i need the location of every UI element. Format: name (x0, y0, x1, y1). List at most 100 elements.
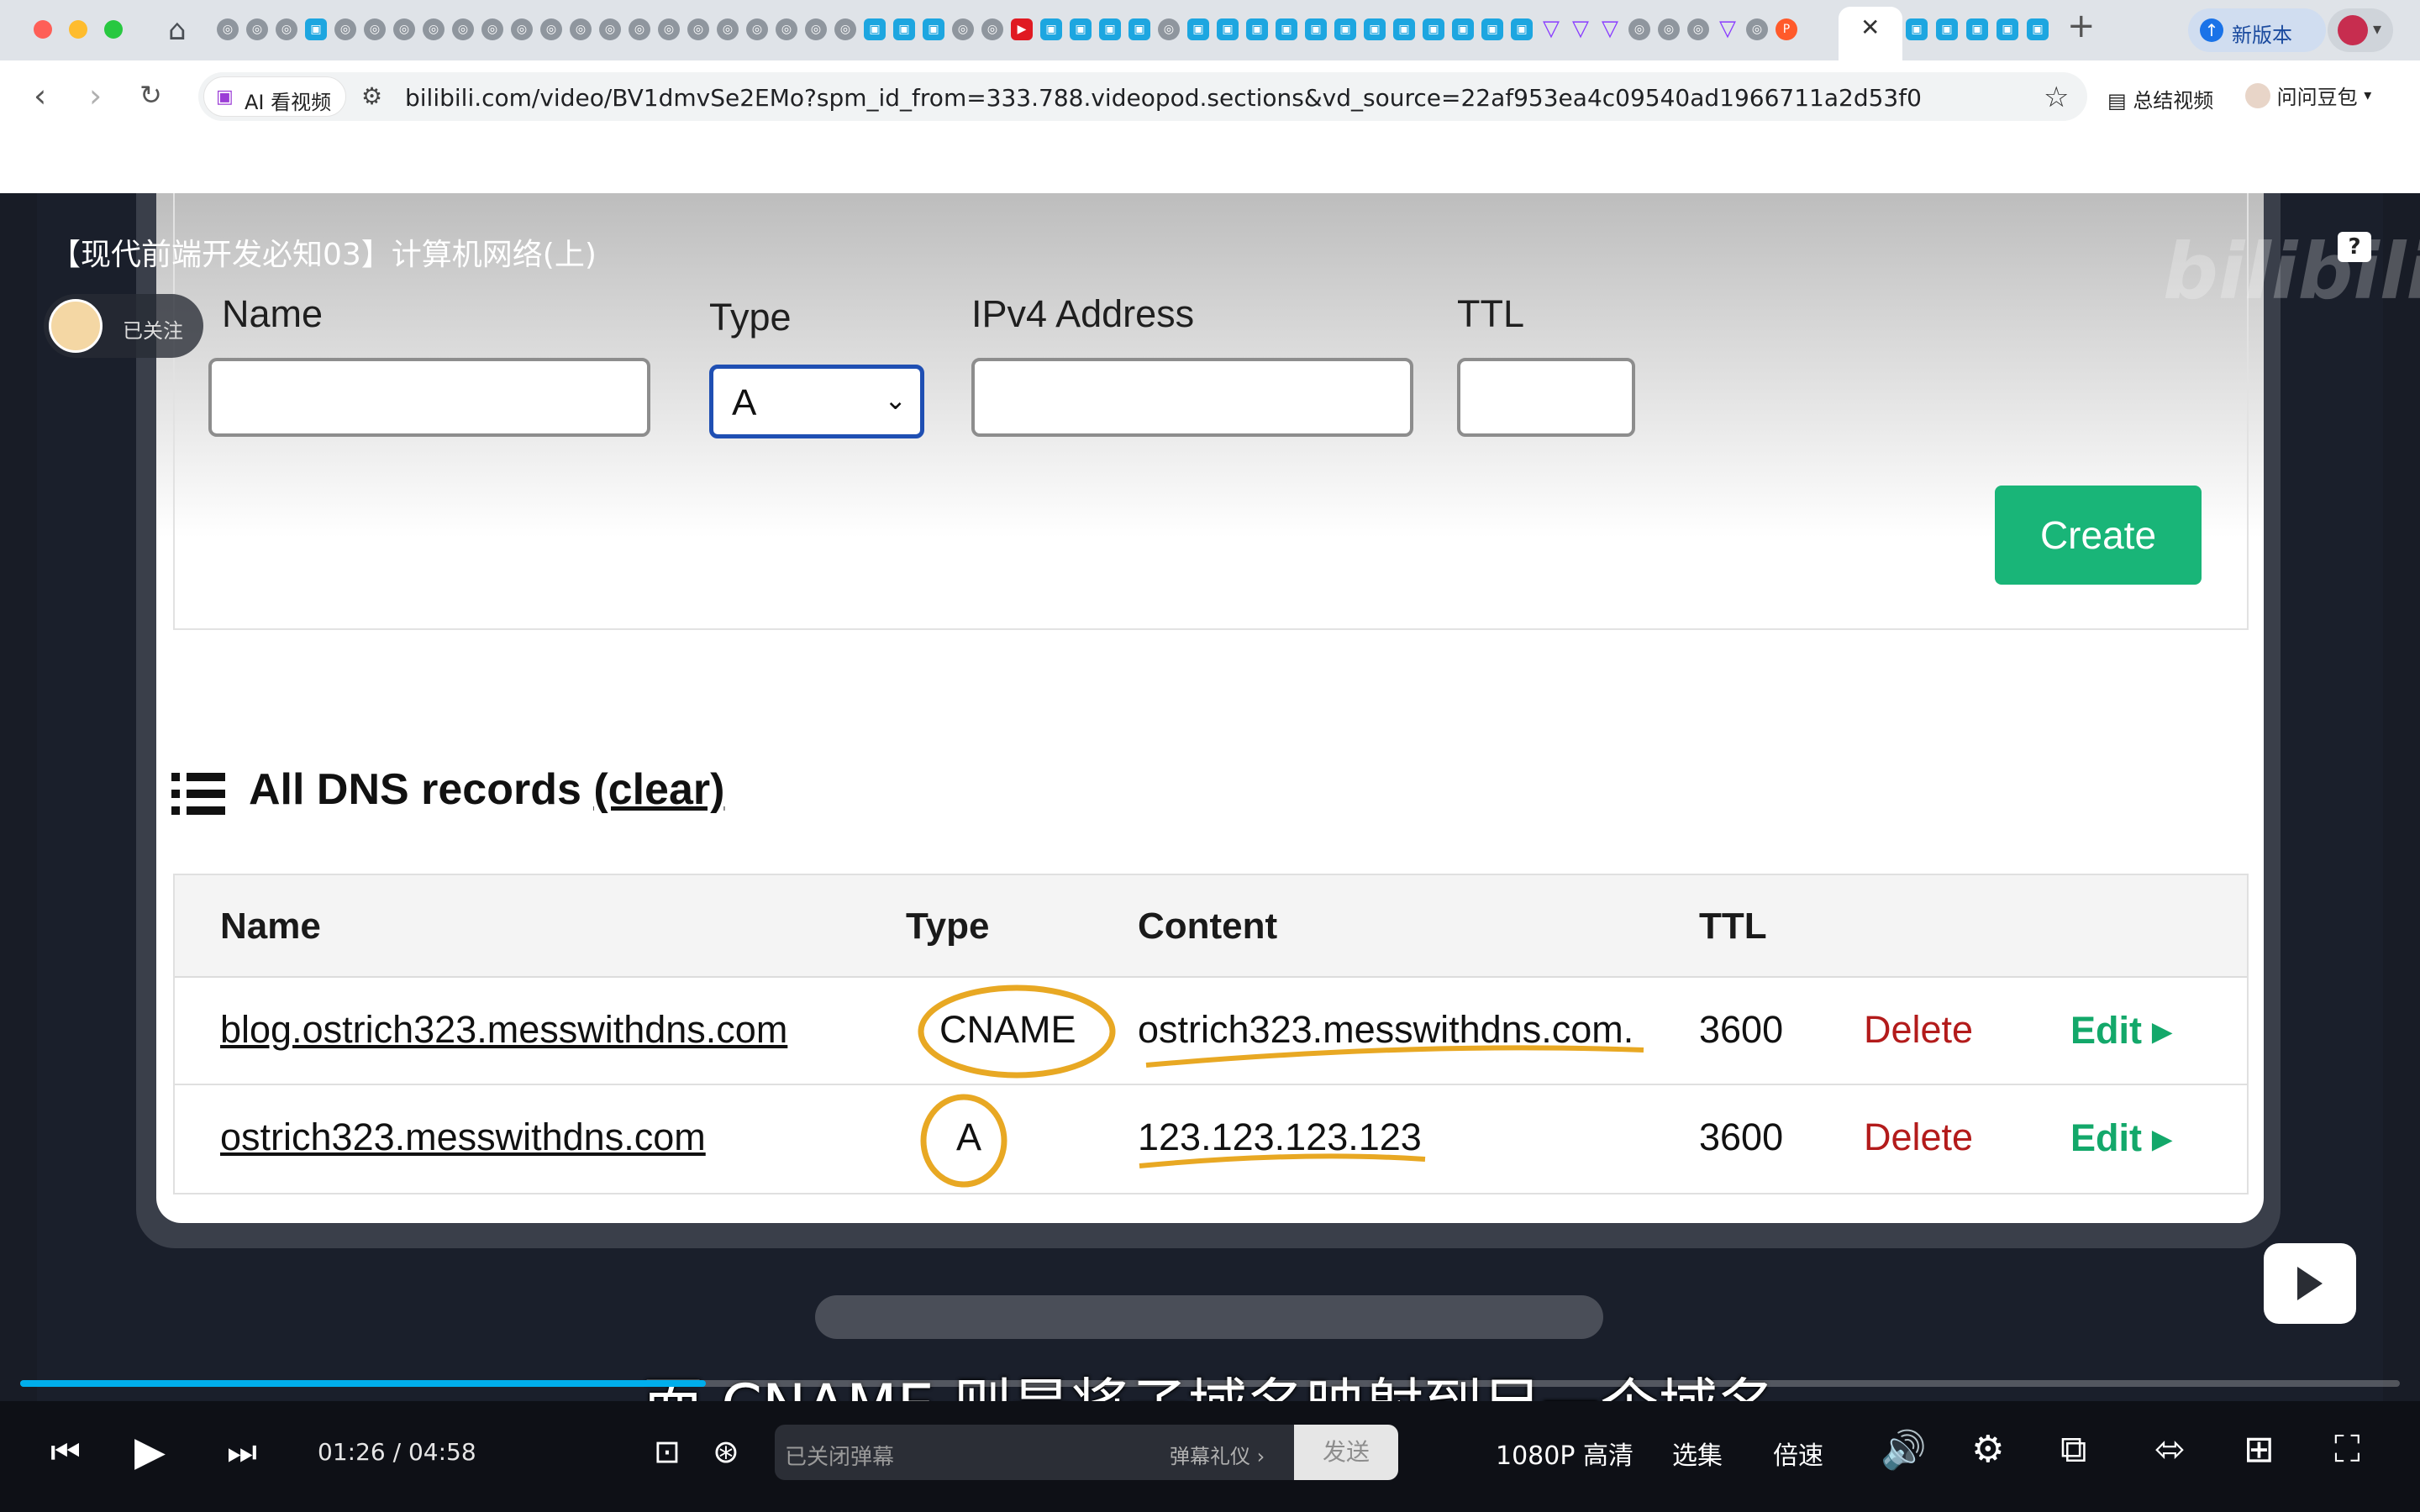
vue-tab-icon[interactable]: ▽ (1570, 18, 1591, 40)
vue-tab-icon[interactable]: ▽ (1717, 18, 1739, 40)
globe-tab-icon[interactable]: ◎ (481, 18, 503, 40)
globe-tab-icon[interactable]: ◎ (776, 18, 797, 40)
globe-tab-icon[interactable]: ◎ (334, 18, 356, 40)
play-icon[interactable]: ▶ (134, 1428, 166, 1475)
bilibili-tab-icon[interactable]: ▣ (1452, 18, 1474, 40)
vue-tab-icon[interactable]: ▽ (1540, 18, 1562, 40)
globe-tab-icon[interactable]: ◎ (452, 18, 474, 40)
globe-tab-icon[interactable]: ◎ (687, 18, 709, 40)
globe-tab-icon[interactable]: ◎ (599, 18, 621, 40)
uploader-follow-pill[interactable]: 已关注 (44, 294, 203, 358)
close-tab-icon[interactable]: ✕ (1860, 13, 1880, 41)
ai-watch-video-button[interactable]: ▣ AI 看视频 (203, 76, 346, 117)
fullscreen-icon[interactable]: ⛶ (2334, 1428, 2360, 1471)
bilibili-tab-icon[interactable]: ▣ (1070, 18, 1092, 40)
minimize-window-button[interactable] (69, 20, 87, 39)
globe-tab-icon[interactable]: ◎ (1628, 18, 1650, 40)
bilibili-tab-icon[interactable]: ▣ (893, 18, 915, 40)
bilibili-tab-icon[interactable]: ▣ (923, 18, 944, 40)
previous-icon[interactable]: ⏮ (50, 1433, 81, 1472)
volume-icon[interactable]: 🔊 (1881, 1428, 1927, 1472)
globe-tab-icon[interactable]: ◎ (952, 18, 974, 40)
help-icon[interactable]: ? (2338, 232, 2371, 262)
bilibili-tab-icon[interactable]: ▣ (1423, 18, 1444, 40)
new-version-button[interactable]: ↑ 新版本 (2188, 8, 2326, 52)
speed-button[interactable]: 倍速 (1773, 1435, 1823, 1472)
bilibili-tab-icon[interactable]: ▣ (1996, 18, 2018, 40)
quality-button[interactable]: 1080P 高清 (1496, 1435, 1634, 1472)
bilibili-tab-icon[interactable]: ▣ (1187, 18, 1209, 40)
bilibili-tab-icon[interactable]: ▣ (864, 18, 886, 40)
danmaku-etiquette-link[interactable]: 弹幕礼仪 › (1170, 1440, 1265, 1469)
globe-tab-icon[interactable]: ◎ (276, 18, 297, 40)
globe-tab-icon[interactable]: ◎ (217, 18, 239, 40)
bilibili-tab-icon[interactable]: ▣ (1217, 18, 1239, 40)
forward-icon[interactable]: › (89, 77, 102, 114)
settings-gear-icon[interactable]: ⚙ (1971, 1428, 2004, 1471)
bilibili-tab-icon[interactable]: ▣ (1936, 18, 1958, 40)
reload-icon[interactable]: ↻ (139, 79, 162, 111)
globe-tab-icon[interactable]: ◎ (746, 18, 768, 40)
bilibili-tab-icon[interactable]: ▣ (1099, 18, 1121, 40)
maximize-window-button[interactable] (104, 20, 123, 39)
globe-tab-icon[interactable]: ◎ (1158, 18, 1180, 40)
bilibili-tab-icon[interactable]: ▣ (1393, 18, 1415, 40)
globe-tab-icon[interactable]: ◎ (1746, 18, 1768, 40)
bilibili-tab-icon[interactable]: ▣ (1906, 18, 1928, 40)
globe-tab-icon[interactable]: ◎ (246, 18, 268, 40)
progress-bar[interactable] (20, 1380, 2400, 1387)
arrow-up-icon: ↑ (2200, 18, 2223, 42)
bilibili-tab-icon[interactable]: ▣ (1334, 18, 1356, 40)
globe-tab-icon[interactable]: ◎ (658, 18, 680, 40)
p-tab-icon[interactable]: P (1776, 18, 1797, 40)
send-button[interactable]: 发送 (1294, 1425, 1398, 1480)
globe-tab-icon[interactable]: ◎ (511, 18, 533, 40)
uploader-avatar[interactable] (49, 299, 103, 353)
danmaku-toggle-icon[interactable]: ⊡ (654, 1433, 681, 1470)
bilibili-tab-icon[interactable]: ▣ (1305, 18, 1327, 40)
bilibili-tab-icon[interactable]: ▣ (1276, 18, 1297, 40)
bilibili-tab-icon[interactable]: ▣ (1481, 18, 1503, 40)
globe-tab-icon[interactable]: ◎ (629, 18, 650, 40)
close-window-button[interactable] (34, 20, 52, 39)
web-fullscreen-icon[interactable]: ⊞ (2244, 1428, 2275, 1471)
globe-tab-icon[interactable]: ◎ (981, 18, 1003, 40)
picture-in-picture-icon[interactable]: ⧉ (2060, 1428, 2086, 1471)
globe-tab-icon[interactable]: ◎ (540, 18, 562, 40)
active-tab[interactable]: ✕ (1839, 7, 1902, 60)
bookmark-star-icon[interactable]: ☆ (2044, 81, 2069, 114)
profile-button[interactable]: ▾ (2328, 8, 2393, 52)
home-icon[interactable]: ⌂ (168, 13, 187, 47)
bilibili-tab-icon[interactable]: ▣ (1040, 18, 1062, 40)
next-icon[interactable]: ⏭ (227, 1433, 257, 1472)
new-tab-button[interactable]: + (2067, 7, 2096, 45)
bilibili-tab-icon[interactable]: ▣ (1511, 18, 1533, 40)
globe-tab-icon[interactable]: ◎ (423, 18, 445, 40)
bilibili-tab-icon[interactable]: ▣ (1966, 18, 1988, 40)
globe-tab-icon[interactable]: ◎ (834, 18, 856, 40)
danmaku-input[interactable]: 已关闭弹幕 弹幕礼仪 › 发送 (775, 1425, 1398, 1480)
url-text[interactable]: bilibili.com/video/BV1dmvSe2EMo?spm_id_f… (405, 84, 1922, 112)
ask-doubao-button[interactable]: 问问豆包 ▾ (2245, 81, 2371, 110)
globe-tab-icon[interactable]: ◎ (717, 18, 739, 40)
episodes-button[interactable]: 选集 (1672, 1435, 1723, 1472)
widescreen-icon[interactable]: ⬄ (2154, 1428, 2186, 1471)
danmaku-settings-icon[interactable]: ⊛ (713, 1433, 739, 1470)
globe-tab-icon[interactable]: ◎ (570, 18, 592, 40)
bilibili-tab-icon[interactable]: ▣ (305, 18, 327, 40)
globe-tab-icon[interactable]: ◎ (1658, 18, 1680, 40)
bilibili-tab-icon[interactable]: ▣ (1364, 18, 1386, 40)
bilibili-tab-icon[interactable]: ▣ (2027, 18, 2049, 40)
youtube-tab-icon[interactable]: ▶ (1011, 18, 1033, 40)
globe-tab-icon[interactable]: ◎ (364, 18, 386, 40)
bilibili-tab-icon[interactable]: ▣ (1246, 18, 1268, 40)
vue-tab-icon[interactable]: ▽ (1599, 18, 1621, 40)
globe-tab-icon[interactable]: ◎ (1687, 18, 1709, 40)
globe-tab-icon[interactable]: ◎ (393, 18, 415, 40)
globe-tab-icon[interactable]: ◎ (805, 18, 827, 40)
summarize-video-button[interactable]: ▤ 总结视频 (2107, 84, 2213, 113)
back-icon[interactable]: ‹ (34, 77, 46, 114)
bilibili-tv-icon[interactable] (2264, 1243, 2356, 1324)
bilibili-tab-icon[interactable]: ▣ (1128, 18, 1150, 40)
site-settings-icon[interactable]: ⚙ (361, 82, 382, 110)
